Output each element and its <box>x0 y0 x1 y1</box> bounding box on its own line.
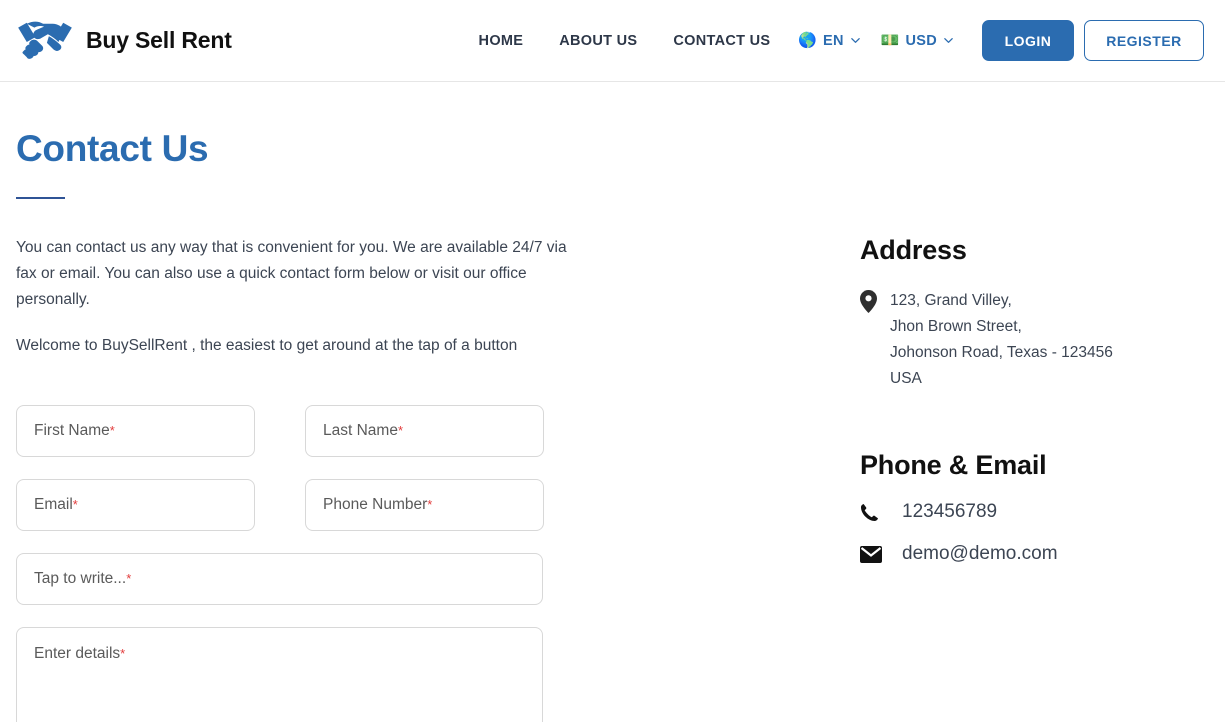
last-name-input[interactable]: Last Name* <box>305 405 544 457</box>
address-line-1: 123, Grand Villey, <box>890 292 1012 309</box>
details-placeholder: Enter details* <box>34 645 126 662</box>
language-selector-label: EN <box>823 32 844 49</box>
currency-selector[interactable]: 💵 USD <box>871 33 964 49</box>
site-header: Buy Sell Rent HOME ABOUT US CONTACT US 🌎… <box>0 0 1225 82</box>
register-button[interactable]: REGISTER <box>1084 20 1204 61</box>
required-asterisk: * <box>109 423 115 438</box>
address-line-3: Johonson Road, Texas - 123456 <box>890 344 1113 361</box>
form-row-contact: Email* Phone Number* <box>16 479 860 531</box>
nav-item-home[interactable]: HOME <box>479 33 542 49</box>
nav-item-contact-us[interactable]: CONTACT US <box>655 33 788 49</box>
language-selector[interactable]: 🌎 EN <box>788 33 870 49</box>
required-asterisk: * <box>427 497 433 512</box>
intro-paragraph-1: You can contact us any way that is conve… <box>16 239 567 308</box>
address-block: Address 123, Grand Villey, Jhon Brown St… <box>860 235 1225 392</box>
envelope-icon <box>860 545 902 563</box>
phone-icon <box>860 503 902 522</box>
subject-input[interactable]: Tap to write...* <box>16 553 543 605</box>
nav-item-about-us[interactable]: ABOUT US <box>541 33 655 49</box>
required-asterisk: * <box>126 571 132 586</box>
subject-placeholder: Tap to write...* <box>34 570 132 587</box>
address-line-2: Jhon Brown Street, <box>890 318 1022 335</box>
address-row: 123, Grand Villey, Jhon Brown Street, Jo… <box>860 288 1225 392</box>
map-pin-icon <box>860 288 890 313</box>
banknote-icon: 💵 <box>880 32 900 49</box>
email-placeholder: Email* <box>34 496 78 513</box>
email-value[interactable]: demo@demo.com <box>902 543 1058 565</box>
contact-form-column: You can contact us any way that is conve… <box>0 235 860 722</box>
phone-email-heading: Phone & Email <box>860 450 1047 480</box>
handshake-icon <box>14 18 76 64</box>
main-navigation: HOME ABOUT US CONTACT US 🌎 EN 💵 USD LOGI… <box>479 20 1204 61</box>
form-row-subject: Tap to write...* <box>16 553 860 605</box>
required-asterisk: * <box>397 423 404 438</box>
phone-row: 123456789 <box>860 501 1225 523</box>
page-title-section: Contact Us <box>0 82 1225 199</box>
chevron-down-icon <box>850 35 861 46</box>
login-button[interactable]: LOGIN <box>982 20 1074 61</box>
required-asterisk: * <box>72 497 78 512</box>
page-content: You can contact us any way that is conve… <box>0 199 1225 722</box>
last-name-placeholder: Last Name* <box>323 422 404 439</box>
phone-email-block: Phone & Email 123456789 demo@demo.com <box>860 450 1225 565</box>
form-row-name: First Name* Last Name* <box>16 405 860 457</box>
email-input[interactable]: Email* <box>16 479 255 531</box>
first-name-placeholder: First Name* <box>34 422 115 439</box>
intro-paragraph-2: Welcome to BuySellRent , the easiest to … <box>16 337 518 354</box>
page-title: Contact Us <box>16 128 209 169</box>
brand-name: Buy Sell Rent <box>86 27 232 53</box>
email-row: demo@demo.com <box>860 543 1225 565</box>
chevron-down-icon <box>943 35 954 46</box>
brand-logo-link[interactable]: Buy Sell Rent <box>14 18 232 64</box>
globe-icon: 🌎 <box>798 32 818 49</box>
phone-number-input[interactable]: Phone Number* <box>305 479 544 531</box>
form-row-details: Enter details* <box>16 627 860 722</box>
address-heading: Address <box>860 235 967 265</box>
contact-form: First Name* Last Name* Email* Phone Numb… <box>16 405 860 722</box>
details-textarea[interactable]: Enter details* <box>16 627 543 722</box>
contact-info-column: Address 123, Grand Villey, Jhon Brown St… <box>860 235 1225 722</box>
phone-number-placeholder: Phone Number* <box>323 496 433 513</box>
address-line-4: USA <box>890 370 922 387</box>
phone-number-value[interactable]: 123456789 <box>902 501 997 523</box>
currency-selector-label: USD <box>905 32 937 49</box>
required-asterisk: * <box>120 646 126 661</box>
first-name-input[interactable]: First Name* <box>16 405 255 457</box>
address-lines: 123, Grand Villey, Jhon Brown Street, Jo… <box>890 288 1113 392</box>
